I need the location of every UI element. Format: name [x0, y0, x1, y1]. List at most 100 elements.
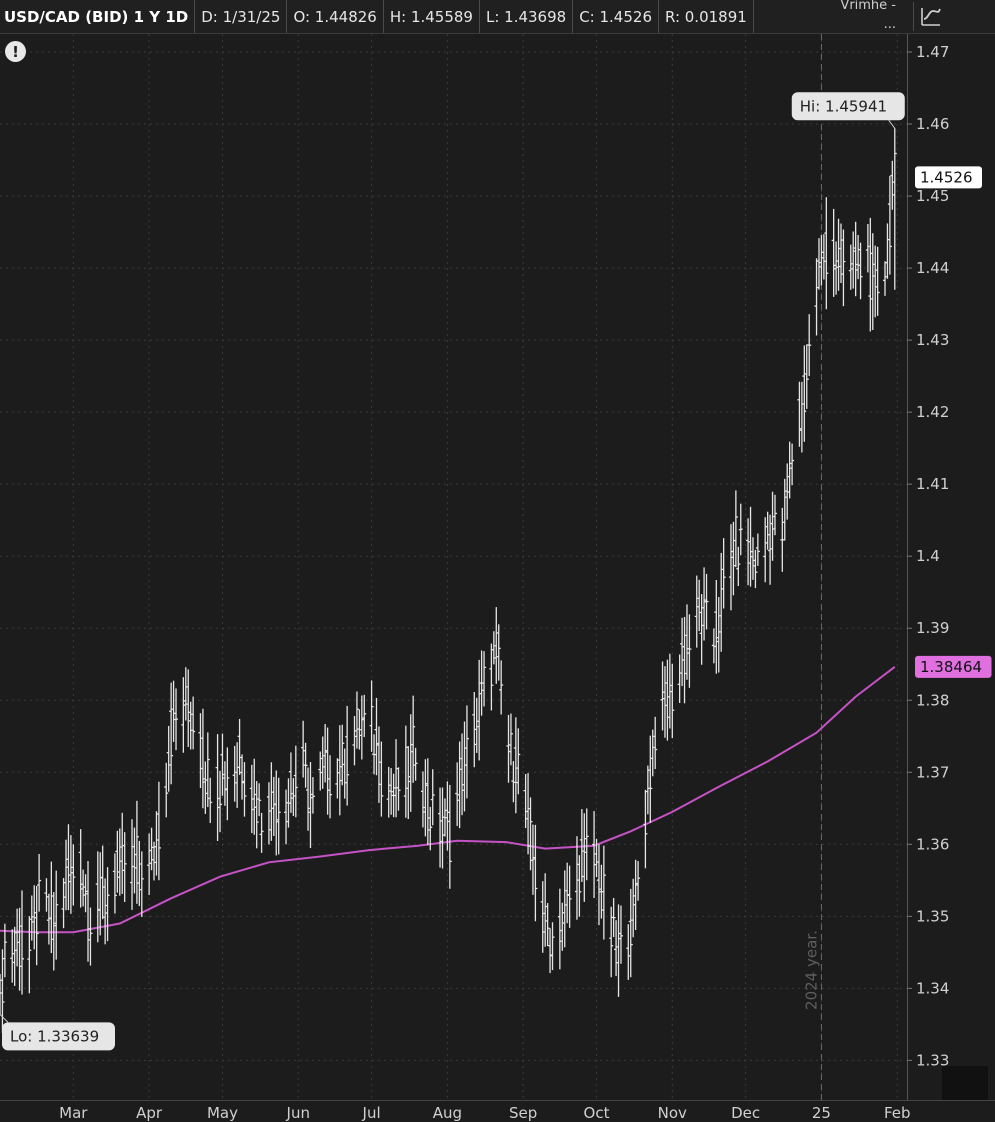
ohlc-bar: [406, 746, 411, 820]
ohlc-bar: [205, 732, 210, 808]
ohlc-bar: [770, 491, 775, 561]
ohlc-bar: [132, 827, 137, 894]
ohlc-bar: [389, 768, 394, 815]
ohlc-bar: [780, 507, 785, 572]
ohlc-bar: [340, 724, 345, 786]
ohlc-bar: [882, 261, 887, 296]
ohlc-bar: [240, 754, 245, 800]
ohlc-bar: [293, 745, 298, 818]
ohlc-bar: [614, 920, 619, 977]
ohlc-bar: [78, 829, 83, 908]
ohlc-bar: [704, 573, 709, 630]
ohlc-bar: [374, 697, 379, 776]
ohlc-bar: [562, 870, 567, 948]
ohlc-bar: [352, 716, 357, 766]
ohlc-bar: [188, 701, 193, 750]
chart-tools-menu[interactable]: Vrimhe - ...: [808, 0, 908, 33]
sma-value-label: 1.38464: [920, 658, 982, 676]
ohlc-bar: [626, 924, 631, 980]
ohlc-bar: [746, 518, 751, 586]
ohlc-bar: [408, 714, 413, 812]
chart-callouts: 1.4526 1.38464 Hi: 1.45941 Lo: 1.33639: [0, 92, 992, 1051]
ohlc-bar: [445, 781, 450, 851]
ohlc-bar: [824, 197, 829, 310]
y-tick-label: 1.43: [916, 331, 949, 349]
ohlc-bar: [890, 160, 895, 210]
ohlc-bar: [530, 824, 535, 895]
y-tick-label: 1.35: [916, 907, 949, 925]
ohlc-bar: [203, 761, 208, 814]
ohlc-bar: [117, 828, 122, 896]
x-tick-label: Oct: [584, 1104, 610, 1122]
chart-style-icon: [921, 7, 941, 26]
ohlc-bar: [853, 221, 858, 297]
ohlc-bar: [508, 713, 513, 766]
ohlc-bar: [567, 865, 572, 928]
ohlc-bar: [699, 594, 704, 665]
ohlc-bar: [10, 929, 15, 983]
ohlc-bar: [618, 905, 623, 964]
ohlc-bar: [274, 770, 279, 856]
bar-date: D: 1/31/25: [195, 0, 288, 33]
ohlc-bar: [222, 761, 227, 806]
ohlc-bar: [252, 758, 257, 835]
y-tick-label: 1.46: [916, 115, 949, 133]
ohlc-bar: [482, 651, 487, 707]
symbol-title[interactable]: USD/CAD (BID) 1 Y 1D: [0, 0, 196, 33]
y-tick-label: 1.41: [916, 475, 949, 493]
ohlc-bar: [721, 538, 726, 609]
ohlc-bar: [81, 869, 86, 907]
ohlc-bar: [447, 784, 452, 889]
price-chart[interactable]: 2024 year. 1.331.341.351.361.371.381.391…: [0, 34, 995, 1122]
ohlc-bar: [134, 800, 139, 904]
low-callout: Lo: 1.33639: [10, 1027, 99, 1045]
ohlc-bar: [122, 832, 127, 903]
ohlc-bar: [200, 708, 205, 809]
ohlc-bar: [342, 748, 347, 799]
x-tick-label: Apr: [136, 1104, 163, 1122]
ohlc-bar: [376, 726, 381, 803]
tools-more-label: ...: [883, 17, 896, 32]
ohlc-bar: [276, 777, 281, 855]
ohlc-bar: [643, 789, 648, 869]
x-axis: Mar Apr May Jun Jul Aug Sep Oct Nov Dec 25 Feb: [0, 1100, 995, 1122]
ohlc-bar: [303, 742, 308, 788]
ohlc-bar: [545, 903, 550, 947]
ohlc-bar: [460, 733, 465, 816]
ohlc-bar: [540, 881, 545, 953]
low-callout-pointer: [0, 1014, 9, 1023]
alert-icon[interactable]: !: [5, 41, 26, 62]
ohlc-bar: [139, 851, 144, 918]
ohlc-bar: [154, 811, 159, 876]
ohlc-bar: [130, 819, 135, 910]
ohlc-bar: [335, 758, 340, 799]
ohlc-bar: [337, 725, 342, 816]
ohlc-bar: [27, 916, 32, 994]
ohlc-bars: [0, 128, 897, 1033]
y-tick-label: 1.44: [916, 259, 949, 277]
ohlc-bar: [662, 666, 667, 738]
ohlc-bar: [320, 736, 325, 789]
ohlc-bar: [308, 762, 313, 849]
ohlc-bar: [254, 781, 259, 849]
ohlc-bar: [269, 762, 274, 841]
ohlc-bar: [865, 223, 870, 273]
ohlc-bar: [684, 604, 689, 680]
ohlc-bar: [885, 223, 890, 279]
year-separator-label: 2024 year.: [802, 930, 820, 1010]
ohlc-bar: [499, 660, 504, 715]
x-tick-label: Jun: [286, 1104, 310, 1122]
ohlc-bar: [29, 895, 34, 941]
year-separator: 2024 year.: [802, 34, 822, 1100]
ohlc-bar: [442, 798, 447, 837]
ohlc-bar: [790, 443, 795, 486]
ohlc-bar: [266, 782, 271, 845]
ohlc-bar: [379, 741, 384, 817]
chart-style-button[interactable]: [913, 2, 948, 31]
ohlc-bar: [601, 845, 606, 940]
x-tick-label: Dec: [731, 1104, 760, 1122]
chart-header-bar: USD/CAD (BID) 1 Y 1D D: 1/31/25 O: 1.448…: [0, 0, 995, 34]
ohlc-bar: [887, 175, 892, 275]
ohlc-bar: [391, 773, 396, 818]
ohlc-bar: [20, 890, 25, 995]
